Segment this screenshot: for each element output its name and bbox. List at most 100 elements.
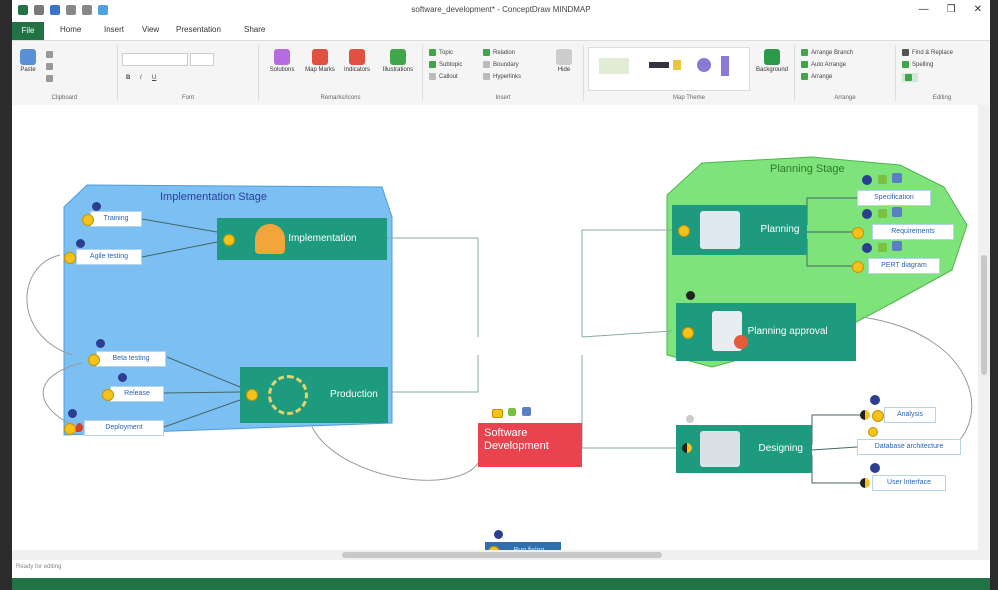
approval-badge-icon [734, 335, 748, 349]
tab-home[interactable]: Home [60, 25, 81, 34]
boundary-icon [483, 61, 490, 68]
subtopic-specification[interactable]: Specification [857, 190, 931, 206]
minimize-button[interactable]: — [919, 4, 929, 15]
vertical-scroll-thumb[interactable] [981, 255, 987, 375]
arrange-branch-button[interactable]: Arrange Branch [801, 49, 853, 56]
subtopic-pert-diagram[interactable]: PERT diagram [868, 258, 940, 274]
theme-thumb[interactable] [721, 56, 729, 76]
topic-implementation[interactable]: Implementation [217, 218, 387, 260]
subtopic-beta-testing[interactable]: Beta testing [96, 351, 166, 367]
background-button[interactable]: Background [752, 49, 792, 73]
subtopic-analysis[interactable]: Analysis [884, 407, 936, 423]
auto-arrange-icon [801, 61, 808, 68]
font-size-select[interactable] [190, 53, 214, 66]
italic-button[interactable]: I [140, 75, 142, 81]
hyperlinks-button[interactable]: Hyperlinks [483, 73, 521, 80]
clipboard-group: Paste Clipboard [12, 45, 118, 101]
topic-planning[interactable]: Planning [672, 205, 807, 255]
arrange-button[interactable]: Arrange [801, 73, 832, 80]
find-replace-button[interactable]: Find & Replace [902, 49, 953, 56]
paste-button[interactable]: Paste [16, 49, 40, 73]
window-controls: — ❐ ✕ [919, 4, 982, 15]
map-marks-button[interactable]: Map Marks [303, 49, 337, 73]
resource-icon [686, 415, 694, 423]
tab-share[interactable]: Share [244, 25, 265, 34]
subtopic-requirements[interactable]: Requirements [872, 224, 954, 240]
resource-icon [494, 530, 503, 539]
map-canvas[interactable]: Implementation Stage Planning Stage Soft… [12, 105, 978, 560]
boundary-button[interactable]: Boundary [483, 61, 519, 68]
indicators-icon [349, 49, 365, 65]
ribbon: Paste Clipboard B I U Font Solutions Map… [12, 40, 990, 106]
resource-icon [862, 175, 872, 185]
topic-production[interactable]: Production [240, 367, 388, 423]
implementation-boundary-label[interactable]: Implementation Stage [160, 191, 267, 203]
hide-button[interactable]: Hide [551, 49, 577, 73]
progress-icon [682, 327, 694, 339]
subtopic-agile-testing[interactable]: Agile testing [76, 249, 142, 265]
spelling-icon [902, 61, 909, 68]
topic-planning-approval[interactable]: Planning approval [676, 303, 856, 361]
progress-icon [852, 261, 864, 273]
subtopic-release[interactable]: Release [110, 386, 164, 402]
subtopic-icon [429, 61, 436, 68]
tab-insert[interactable]: Insert [104, 25, 124, 34]
font-family-select[interactable] [122, 53, 188, 66]
pencil-icon [878, 243, 887, 252]
horizontal-scrollbar[interactable] [12, 550, 978, 560]
close-button[interactable]: ✕ [974, 4, 982, 15]
maximize-button[interactable]: ❐ [947, 4, 956, 15]
branch-line [387, 355, 479, 393]
topic-button[interactable]: Topic [429, 49, 453, 56]
binoculars-icon [902, 49, 909, 56]
subtopic-database-architecture[interactable]: Database architecture [857, 439, 961, 455]
designer-illustration-icon [700, 431, 740, 467]
branch-line [581, 229, 672, 337]
pencil-icon [878, 209, 887, 218]
callout-button[interactable]: Callout [429, 73, 458, 80]
subtopic-button[interactable]: Subtopic [429, 61, 462, 68]
underline-button[interactable]: U [152, 75, 156, 81]
solutions-button[interactable]: Solutions [265, 49, 299, 73]
relation-line[interactable] [311, 426, 483, 481]
theme-gallery[interactable] [588, 47, 750, 91]
central-topic[interactable]: Software Development [478, 423, 582, 467]
subtopic-deployment[interactable]: Deployment [84, 420, 164, 436]
tab-presentation[interactable]: Presentation [176, 25, 221, 34]
pencil-icon [508, 408, 516, 416]
auto-arrange-button[interactable]: Auto Arrange [801, 61, 846, 68]
cut-button[interactable] [46, 51, 56, 58]
illustrations-button[interactable]: Illustrations [377, 49, 419, 73]
relation-line[interactable] [861, 316, 973, 451]
vertical-scrollbar[interactable] [978, 105, 990, 560]
branch-line [581, 330, 673, 338]
theme-thumb[interactable] [649, 62, 669, 68]
format-painter-button[interactable] [46, 75, 56, 82]
subtopic-user-interface[interactable]: User Interface [872, 475, 946, 491]
progress-icon [88, 354, 100, 366]
theme-thumb[interactable] [697, 58, 711, 72]
horizontal-scroll-thumb[interactable] [342, 552, 662, 558]
pin-icon [76, 423, 83, 432]
spelling-button[interactable]: Spelling [902, 61, 933, 68]
planning-boundary-label[interactable]: Planning Stage [770, 163, 845, 175]
relation-button[interactable]: Relation [483, 49, 515, 56]
background-icon [764, 49, 780, 65]
select-all-button[interactable] [902, 73, 918, 83]
theme-thumb[interactable] [673, 60, 681, 70]
theme-thumb[interactable] [599, 58, 629, 74]
resource-icon [862, 209, 872, 219]
map-theme-group: Background Map Theme [584, 45, 795, 101]
copy-button[interactable] [46, 63, 56, 70]
bold-button[interactable]: B [126, 75, 130, 81]
folder-icon [492, 409, 503, 418]
note-icon [522, 407, 531, 416]
topic-designing[interactable]: Designing [676, 425, 812, 473]
tab-view[interactable]: View [142, 25, 159, 34]
progress-icon [868, 427, 878, 437]
indicators-button[interactable]: Indicators [339, 49, 375, 73]
insert-group: Topic Subtopic Callout Relation Boundary… [423, 45, 584, 101]
resource-icon [862, 243, 872, 253]
tab-file[interactable]: File [12, 22, 44, 40]
subtopic-training[interactable]: Training [90, 211, 142, 227]
